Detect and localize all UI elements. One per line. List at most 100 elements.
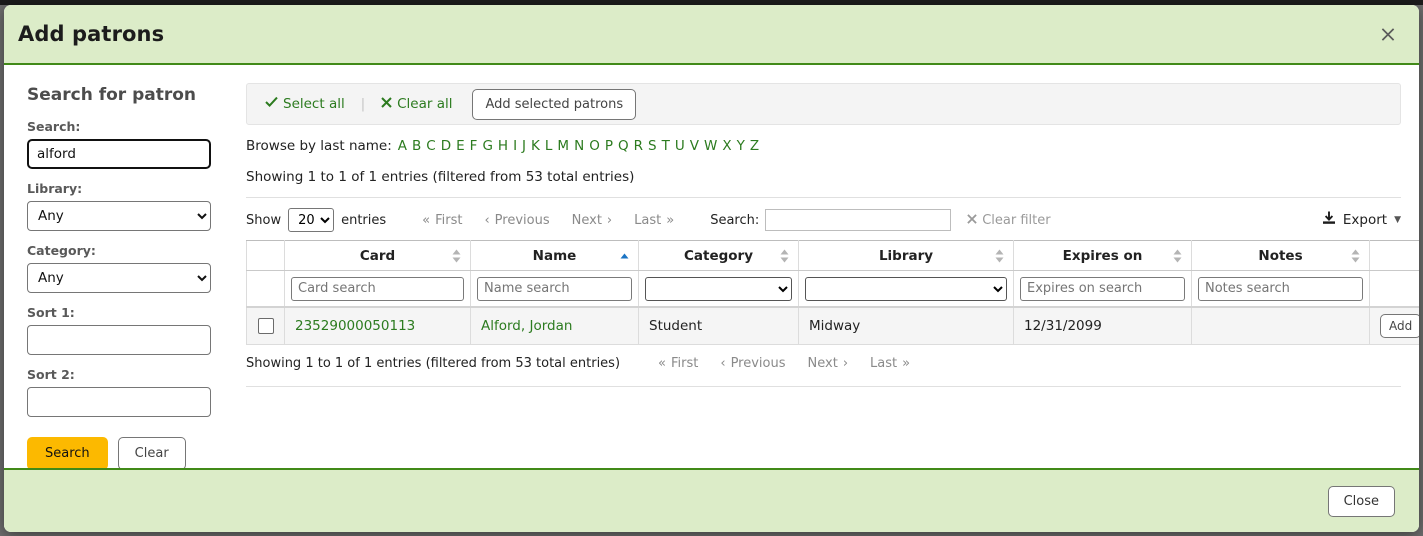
browse-letter-K[interactable]: K: [531, 138, 540, 154]
browse-letter-R[interactable]: R: [634, 138, 643, 154]
th-library[interactable]: Library: [799, 241, 1014, 271]
pager-next[interactable]: Next›: [562, 211, 623, 230]
sidebar-actions: Search Clear: [27, 437, 228, 468]
search-input[interactable]: [27, 139, 211, 169]
filter-cell-card: [285, 271, 471, 308]
browse-letter-D[interactable]: D: [441, 138, 451, 154]
double-chevron-right-icon: »: [666, 213, 674, 228]
results-panel: Select all | Clear all Add selected patr…: [228, 65, 1419, 468]
page-length-select[interactable]: 20: [288, 208, 334, 232]
close-icon[interactable]: [1375, 21, 1401, 47]
pager-previous[interactable]: ‹Previous: [710, 354, 795, 373]
field-category: Category: Any: [27, 243, 228, 293]
browse-letter-M[interactable]: M: [557, 138, 569, 154]
pager-next[interactable]: Next›: [798, 354, 859, 373]
row-action-cell: Add: [1370, 307, 1420, 345]
toolbar-separator: |: [361, 97, 365, 112]
sort1-label: Sort 1:: [27, 305, 228, 320]
pager-previous[interactable]: ‹ Previous: [474, 211, 559, 230]
search-button[interactable]: Search: [27, 437, 108, 468]
clear-all-label: Clear all: [397, 96, 452, 112]
browse-letter-F[interactable]: F: [470, 138, 478, 154]
clear-button[interactable]: Clear: [118, 437, 186, 468]
table-search-input[interactable]: [765, 209, 951, 231]
th-notes[interactable]: Notes: [1192, 241, 1370, 271]
select-all-button[interactable]: Select all: [261, 96, 349, 112]
category-label: Category:: [27, 243, 228, 258]
browse-letter-U[interactable]: U: [675, 138, 685, 154]
browse-letter-Q[interactable]: Q: [618, 138, 629, 154]
pager-first[interactable]: «First: [648, 354, 708, 373]
th-card[interactable]: Card: [285, 241, 471, 271]
clear-all-button[interactable]: Clear all: [377, 96, 456, 112]
add-selected-patrons-button[interactable]: Add selected patrons: [472, 89, 636, 120]
field-library: Library: Any: [27, 181, 228, 231]
sort-both-icon: [452, 249, 461, 262]
browse-letter-Z[interactable]: Z: [750, 138, 759, 154]
browse-letter-T[interactable]: T: [662, 138, 670, 154]
filter-cell-actions: [1370, 271, 1420, 308]
category-select[interactable]: Any: [27, 263, 211, 293]
name-search-input[interactable]: [477, 277, 632, 301]
chevron-right-icon: ›: [607, 213, 612, 228]
pager-first[interactable]: «First: [412, 211, 472, 230]
card-search-input[interactable]: [291, 277, 464, 301]
pager-last[interactable]: Last»: [624, 211, 684, 230]
close-button[interactable]: Close: [1328, 486, 1395, 517]
modal-body: Search for patron Search: Library: Any C…: [4, 65, 1419, 468]
th-expires-on[interactable]: Expires on: [1014, 241, 1192, 271]
browse-letter-A[interactable]: A: [398, 138, 407, 154]
pager-previous-label: Previous: [495, 213, 550, 228]
sort-ascending-icon: [620, 249, 629, 262]
row-checkbox-cell: [247, 307, 285, 345]
th-name[interactable]: Name: [471, 241, 639, 271]
browse-letter-W[interactable]: W: [704, 138, 717, 154]
browse-letter-X[interactable]: X: [722, 138, 731, 154]
browse-letter-E[interactable]: E: [456, 138, 465, 154]
select-all-label: Select all: [283, 96, 345, 112]
sort1-input[interactable]: [27, 325, 211, 355]
add-patron-button[interactable]: Add: [1380, 314, 1419, 338]
patron-search-sidebar: Search for patron Search: Library: Any C…: [4, 65, 228, 468]
browse-letter-C[interactable]: C: [426, 138, 435, 154]
browse-letter-N[interactable]: N: [574, 138, 584, 154]
chevron-left-icon: ‹: [484, 213, 489, 228]
category-filter-select[interactable]: [645, 277, 792, 301]
row-checkbox[interactable]: [258, 318, 274, 334]
browse-letter-L[interactable]: L: [545, 138, 553, 154]
divider-bottom: [246, 386, 1401, 387]
th-category[interactable]: Category: [639, 241, 799, 271]
expires-on-search-input[interactable]: [1020, 277, 1185, 301]
pager-next-label: Next: [808, 356, 838, 371]
browse-letter-V[interactable]: V: [690, 138, 699, 154]
th-actions: [1370, 241, 1420, 271]
browse-letter-J[interactable]: J: [522, 138, 526, 154]
browse-by-last-name: Browse by last name:ABCDEFGHIJKLMNOPQRST…: [246, 138, 1401, 154]
browse-letter-I[interactable]: I: [513, 138, 517, 154]
browse-letter-G[interactable]: G: [482, 138, 492, 154]
browse-letter-S[interactable]: S: [648, 138, 657, 154]
sort2-input[interactable]: [27, 387, 211, 417]
page-length-control: Show 20 entries: [246, 208, 386, 232]
filter-cell-expires: [1014, 271, 1192, 308]
patron-name-link[interactable]: Alford, Jordan: [481, 318, 572, 334]
clear-filter-button[interactable]: Clear filter: [967, 213, 1050, 228]
library-filter-select[interactable]: [805, 277, 1007, 301]
entries-label: entries: [341, 213, 386, 228]
browse-letter-O[interactable]: O: [589, 138, 600, 154]
browse-letter-H[interactable]: H: [498, 138, 508, 154]
export-button[interactable]: Export ▼: [1322, 211, 1401, 229]
browse-letter-B[interactable]: B: [412, 138, 421, 154]
clear-filter-label: Clear filter: [982, 213, 1050, 228]
sort-both-icon: [995, 249, 1004, 262]
pager-last[interactable]: Last»: [860, 354, 920, 373]
sort-both-icon: [780, 249, 789, 262]
browse-letter-P[interactable]: P: [605, 138, 613, 154]
browse-letter-Y[interactable]: Y: [737, 138, 745, 154]
double-chevron-left-icon: «: [422, 213, 430, 228]
library-select[interactable]: Any: [27, 201, 211, 231]
row-expires-cell: 12/31/2099: [1014, 307, 1192, 345]
notes-search-input[interactable]: [1198, 277, 1363, 301]
patron-card-link[interactable]: 23529000050113: [295, 318, 415, 334]
filter-cell-name: [471, 271, 639, 308]
